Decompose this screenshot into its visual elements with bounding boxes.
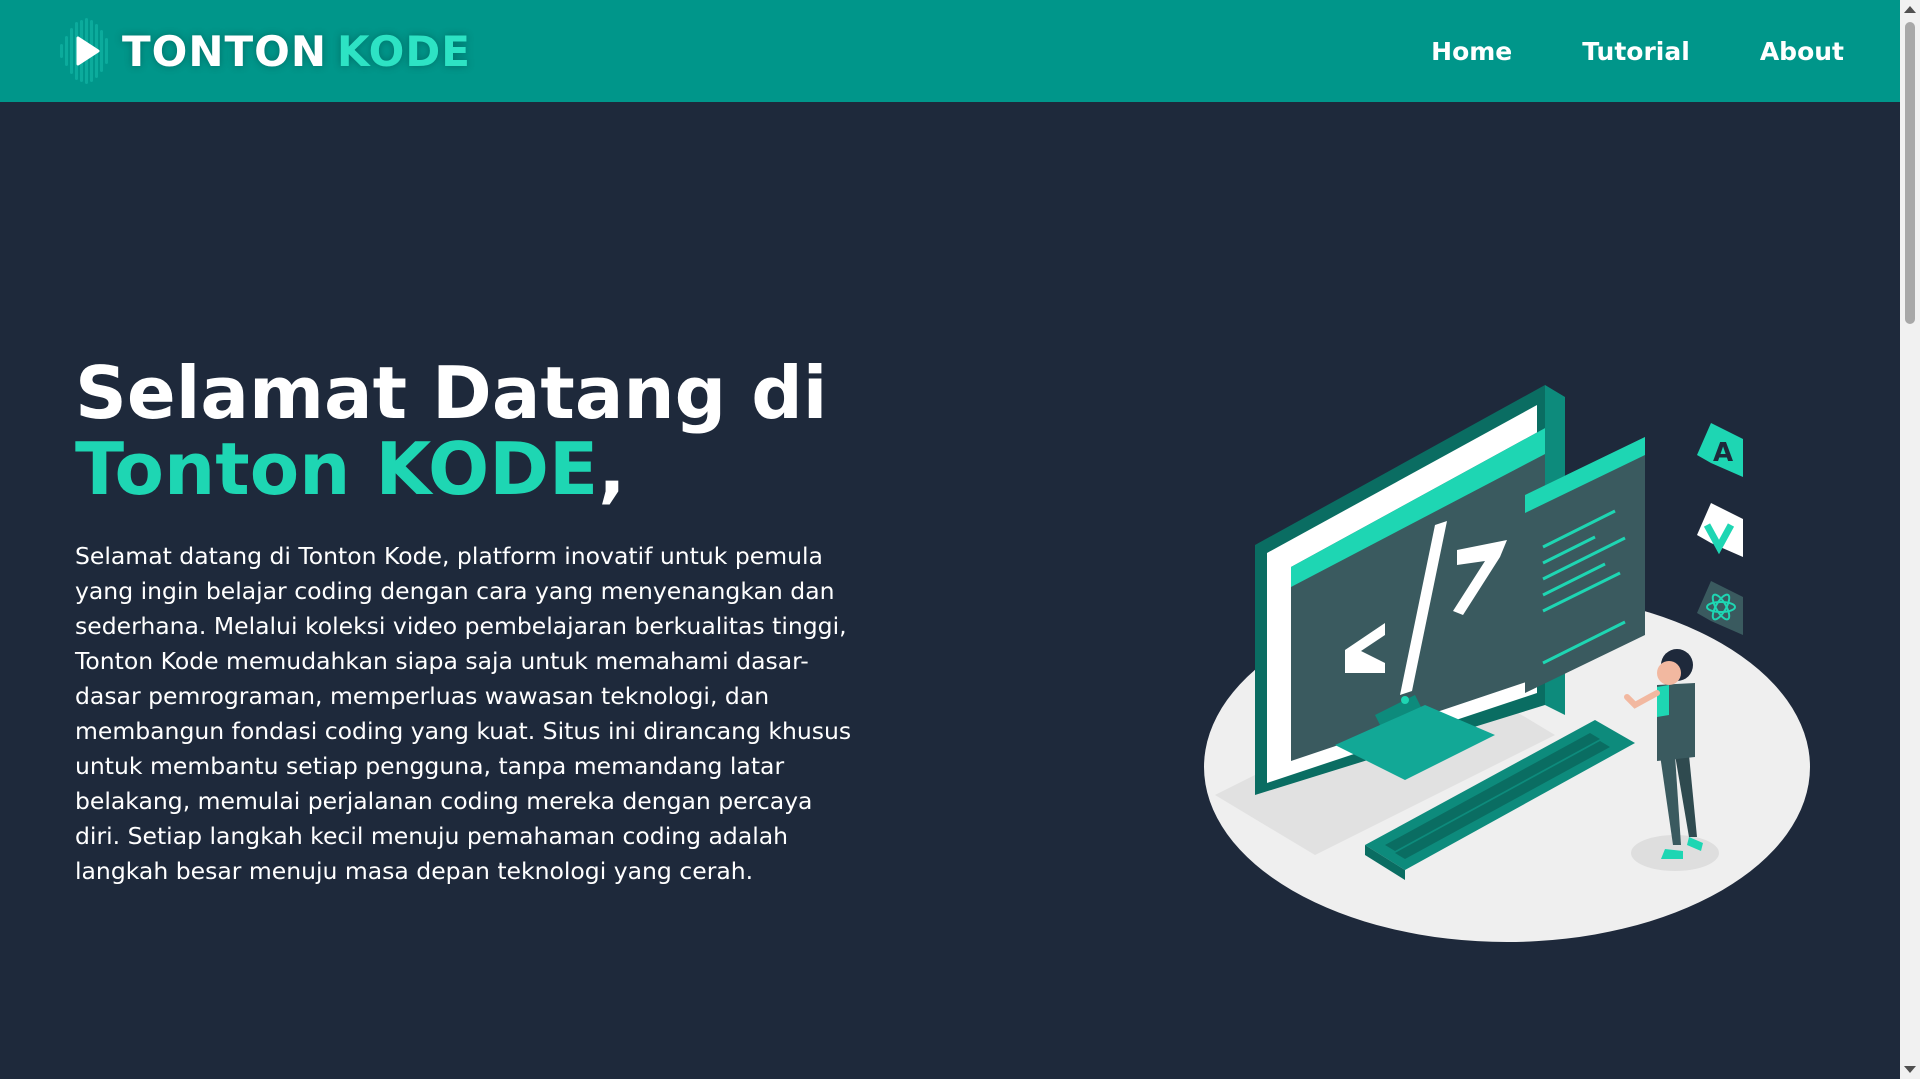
- svg-text:A: A: [1713, 438, 1733, 468]
- brand-name-part2: KODE: [337, 26, 471, 76]
- developer-illustration: A: [1195, 375, 1815, 950]
- scroll-down-arrow-icon[interactable]: [1904, 1066, 1916, 1073]
- scrollbar-thumb[interactable]: [1905, 22, 1915, 324]
- brand-name-part1: TONTON: [122, 26, 328, 76]
- play-icon: [56, 14, 118, 88]
- hero-description: Selamat datang di Tonton Kode, platform …: [75, 542, 852, 885]
- logo[interactable]: TONTON KODE: [56, 14, 471, 88]
- page: TONTON KODE Home Tutorial About Selamat D…: [0, 0, 1900, 1079]
- brand-name: TONTON KODE: [122, 27, 471, 76]
- hero-title: Selamat Datang di Tonton KODE,: [75, 355, 975, 507]
- page-scrollbar[interactable]: [1900, 0, 1920, 1079]
- hero-title-line1: Selamat Datang di: [75, 351, 828, 435]
- navbar: TONTON KODE Home Tutorial About: [0, 0, 1900, 102]
- scroll-up-arrow-icon[interactable]: [1904, 6, 1916, 13]
- nav-home-link[interactable]: Home: [1431, 37, 1512, 66]
- nav-about-link[interactable]: About: [1760, 37, 1844, 66]
- main-nav: Home Tutorial About: [1431, 0, 1844, 102]
- react-icon: [1697, 581, 1743, 635]
- vue-icon: [1697, 503, 1743, 557]
- angular-icon: A: [1697, 423, 1743, 477]
- hero-title-comma: ,: [598, 427, 626, 511]
- hero-title-accent: Tonton KODE: [75, 427, 599, 511]
- nav-tutorial-link[interactable]: Tutorial: [1582, 37, 1690, 66]
